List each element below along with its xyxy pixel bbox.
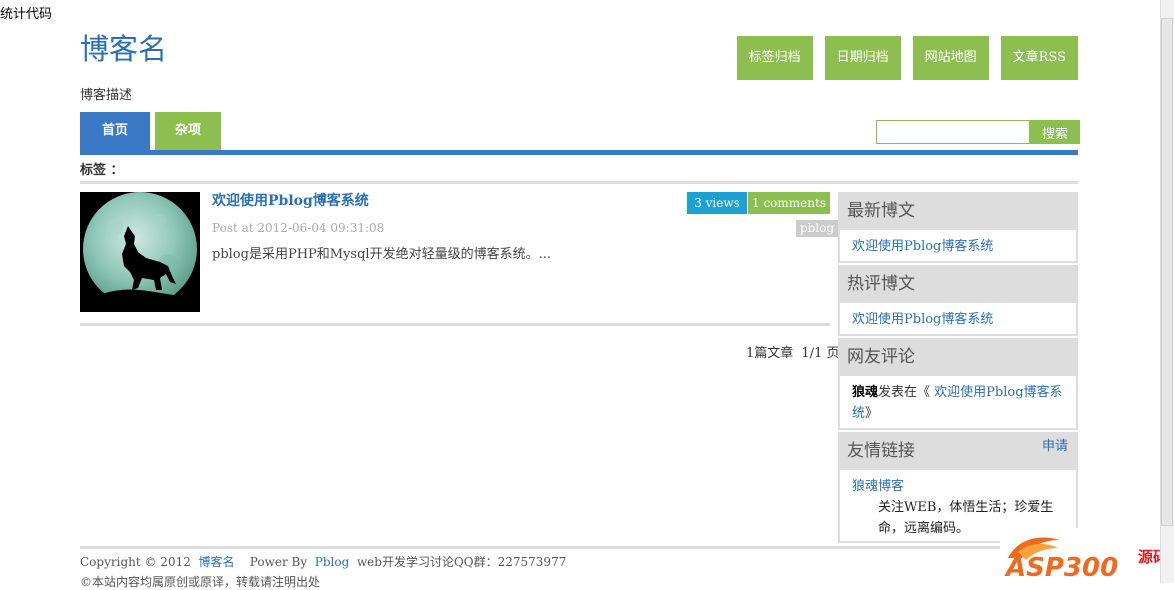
hot-posts-title: 热评博文 — [847, 274, 915, 294]
search-form: 搜索 — [876, 120, 1080, 144]
asp300-watermark: ASP300 源码 — [1000, 528, 1174, 583]
rss-button[interactable]: 文章RSS — [1000, 36, 1078, 80]
qq-group-text: web开发学习讨论QQ群：227573977 — [356, 555, 567, 569]
stats-code: 统计代码 — [0, 7, 53, 22]
post-divider — [80, 323, 830, 326]
latest-posts-title: 最新博文 — [847, 201, 915, 221]
post-thumbnail[interactable] — [80, 192, 200, 312]
tags-divider — [80, 181, 1078, 184]
post-title[interactable]: 欢迎使用Pblog博客系统 — [212, 190, 369, 210]
nav-divider — [80, 150, 1078, 155]
asp300-logo: ASP300 源码 — [1000, 528, 1174, 583]
views-badge: 3 views — [687, 192, 747, 214]
tab-misc[interactable]: 杂项 — [155, 112, 222, 150]
copyright-text: Copyright © 2012 — [80, 555, 191, 569]
latest-post-link[interactable]: 欢迎使用Pblog博客系统 — [852, 239, 993, 254]
hot-posts-widget: 热评博文 欢迎使用Pblog博客系统 — [838, 265, 1078, 336]
sidebar: 最新博文 欢迎使用Pblog博客系统 热评博文 欢迎使用Pblog博客系统 网友… — [838, 192, 1078, 545]
friend-link[interactable]: 狼魂博客 — [852, 479, 904, 494]
pblog-link[interactable]: Pblog — [315, 555, 350, 569]
pagination: 1篇文章 1/1 页 — [742, 342, 839, 361]
footer-divider — [80, 546, 1000, 549]
hot-post-link[interactable]: 欢迎使用Pblog博客系统 — [852, 312, 993, 327]
post-tag-badge[interactable]: pblog — [796, 220, 839, 237]
comment-text: 发表在《 — [878, 385, 931, 400]
apply-link[interactable]: 申请 — [1042, 428, 1068, 466]
top-links: 标签归档 日期归档 网站地图 文章RSS — [736, 36, 1078, 80]
tags-label: 标签 ： — [80, 163, 124, 178]
watermark-brand: ASP300 — [1004, 553, 1118, 583]
wolf-moon-image — [80, 192, 200, 312]
tab-home[interactable]: 首页 — [80, 112, 151, 150]
latest-posts-widget: 最新博文 欢迎使用Pblog博客系统 — [838, 192, 1078, 263]
comment-user: 狼魂 — [852, 385, 879, 400]
comment-close: 》 — [865, 406, 879, 421]
power-by-text: Power By — [249, 555, 308, 569]
blog-title[interactable]: 博客名 — [80, 26, 167, 68]
post-excerpt: pblog是采用PHP和Mysql开发绝对轻量级的博客系统。... — [212, 247, 551, 262]
friend-links-title: 友情链接 — [847, 441, 915, 461]
friend-links-header: 友情链接 申请 — [840, 432, 1076, 470]
sitemap-button[interactable]: 网站地图 — [912, 36, 989, 80]
comments-widget: 网友评论 狼魂发表在《 欢迎使用Pblog博客系统》 — [838, 338, 1078, 430]
footer-blog-link[interactable]: 博客名 — [198, 555, 234, 569]
main-nav: 首页 杂项 — [80, 112, 222, 150]
comment-item: 狼魂发表在《 欢迎使用Pblog博客系统》 — [840, 376, 1076, 428]
tag-archive-button[interactable]: 标签归档 — [736, 36, 813, 80]
search-input[interactable] — [876, 120, 1030, 144]
footer: Copyright © 2012 博客名 Power By Pblog web开… — [80, 553, 566, 570]
friend-links-widget: 友情链接 申请 狼魂博客 关注WEB，体悟生活；珍爱生命，远离编码。 — [838, 432, 1078, 543]
footer-notice: ©本站内容均属原创或原译，转载请注明出处 — [80, 575, 321, 589]
post-meta: Post at 2012-06-04 09:31:08 — [212, 221, 385, 235]
page-indicator: 1/1 页 — [801, 346, 840, 361]
search-button[interactable]: 搜索 — [1030, 120, 1080, 144]
comments-badge[interactable]: 1 comments — [748, 192, 830, 214]
scrollbar-thumb[interactable] — [1161, 18, 1173, 526]
blog-description: 博客描述 — [80, 88, 133, 103]
post-count: 1篇文章 — [746, 346, 794, 361]
comments-title: 网友评论 — [847, 347, 915, 367]
date-archive-button[interactable]: 日期归档 — [824, 36, 901, 80]
